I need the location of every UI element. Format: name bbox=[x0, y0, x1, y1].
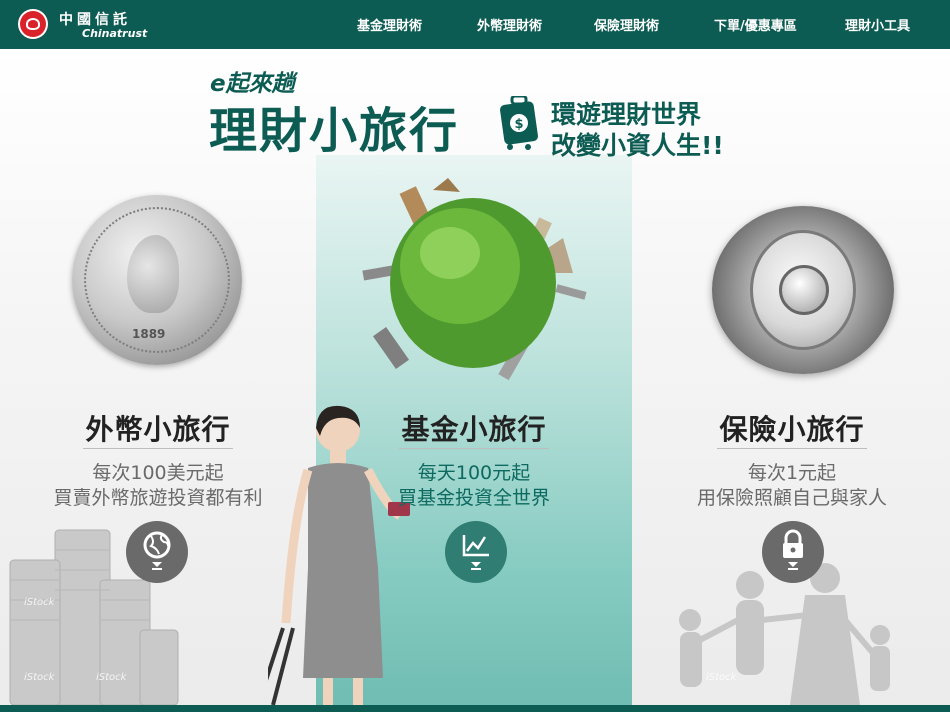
nav-tools[interactable]: 理財小工具 bbox=[845, 15, 910, 34]
insurance-line2: 用保險照顧自己與家人 bbox=[696, 487, 887, 509]
nav-insurance[interactable]: 保險理財術 bbox=[594, 15, 659, 34]
foreign-currency-line2: 買賣外幣旅遊投資都有利 bbox=[53, 487, 263, 509]
watermark-text: iStock bbox=[24, 597, 55, 608]
divider bbox=[399, 448, 549, 449]
fund-line1: 每天100元起 bbox=[417, 462, 531, 484]
globe-icon bbox=[143, 531, 171, 570]
foreign-currency-title[interactable]: 外幣小旅行 bbox=[0, 408, 316, 448]
nav-foreign-currency[interactable]: 外幣理財術 bbox=[477, 15, 542, 34]
safe-knob bbox=[779, 265, 829, 315]
divider bbox=[717, 448, 867, 449]
top-nav-bar: 中國信託 Chinatrust 基金理財術 外幣理財術 保險理財術 下單/優惠專… bbox=[0, 0, 950, 49]
insurance-title[interactable]: 保險小旅行 bbox=[634, 408, 950, 448]
watermark-text: iStock bbox=[96, 672, 127, 683]
watermark-text: iStock bbox=[706, 672, 737, 683]
fund-title[interactable]: 基金小旅行 bbox=[316, 408, 632, 448]
nav-order-promotion[interactable]: 下單/優惠專區 bbox=[714, 15, 797, 34]
bottom-bar bbox=[0, 705, 950, 712]
insurance-line1: 每次1元起 bbox=[747, 462, 837, 484]
foreign-currency-button[interactable] bbox=[126, 521, 188, 583]
hero-slogan-line2: 改變小資人生!! bbox=[551, 131, 724, 160]
safe-dial-image bbox=[712, 206, 894, 374]
fund-button[interactable] bbox=[445, 521, 507, 583]
fund-line2: 買基金投資全世界 bbox=[397, 487, 550, 509]
divider bbox=[83, 448, 233, 449]
brand-name-en[interactable]: Chinatrust bbox=[82, 27, 147, 40]
coin-year: 1889 bbox=[132, 327, 166, 341]
nav-fund[interactable]: 基金理財術 bbox=[357, 15, 422, 34]
hero-title: 理財小旅行 bbox=[209, 103, 460, 159]
insurance-button[interactable] bbox=[762, 521, 824, 583]
globe-landmarks-image bbox=[362, 178, 587, 381]
watermark-text: iStock bbox=[24, 672, 55, 683]
suitcase-icon: $ bbox=[500, 96, 538, 150]
chart-icon bbox=[462, 535, 489, 570]
silver-dollar-coin-image: 1889 bbox=[72, 195, 242, 365]
chinatrust-logo-icon[interactable] bbox=[18, 9, 48, 39]
brand-name-cn[interactable]: 中國信託 bbox=[59, 9, 131, 29]
svg-text:$: $ bbox=[514, 117, 523, 132]
foreign-currency-line1: 每次100美元起 bbox=[92, 462, 224, 484]
coin-portrait bbox=[127, 235, 179, 313]
lock-icon bbox=[783, 529, 803, 570]
safe-dial-face bbox=[750, 230, 856, 350]
